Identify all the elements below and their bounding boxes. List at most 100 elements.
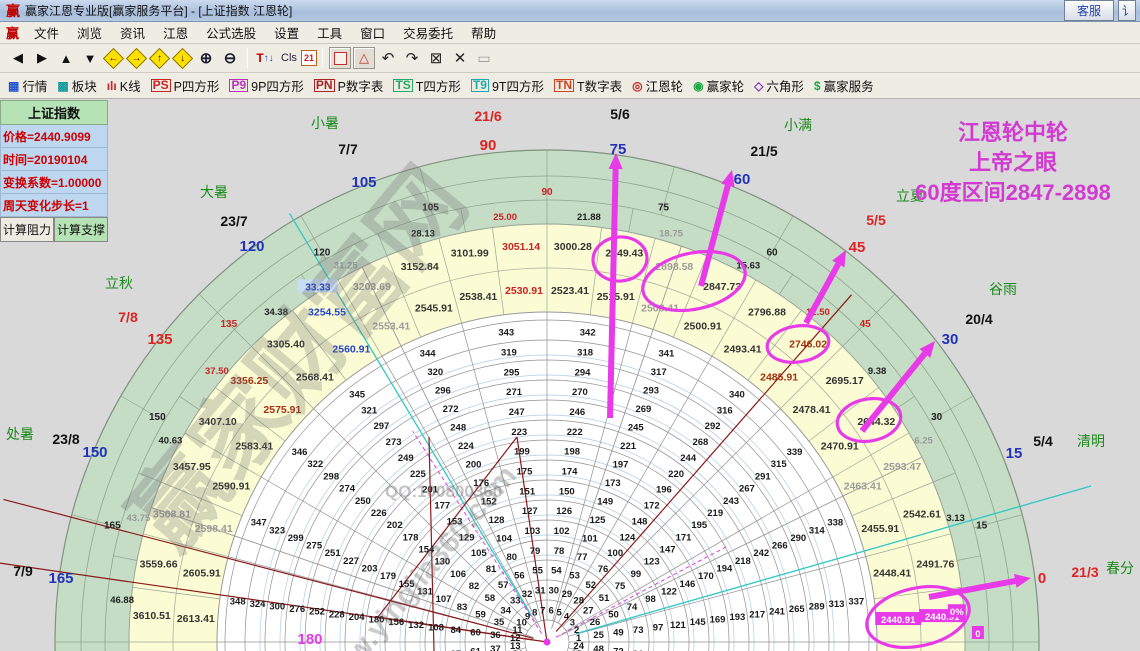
back-icon[interactable]: ◀ <box>7 47 29 69</box>
tool-P四方形[interactable]: PS P四方形 <box>150 76 219 95</box>
svg-text:52: 52 <box>586 580 597 591</box>
svg-text:223: 223 <box>511 427 527 438</box>
tool-江恩轮[interactable]: ◎ 江恩轮 <box>632 76 683 95</box>
svg-text:203: 203 <box>362 564 378 575</box>
svg-text:29: 29 <box>562 589 573 600</box>
tool-9T四方形[interactable]: T9 9T四方形 <box>470 76 544 95</box>
svg-text:291: 291 <box>755 471 772 482</box>
pan-up-icon[interactable]: ↑ <box>148 47 171 69</box>
app-window: 赢 赢家江恩专业版[赢家服务平台] - [上证指数 江恩轮] 客服 讠 赢 文件… <box>0 0 1140 651</box>
svg-text:251: 251 <box>325 548 342 559</box>
svg-text:219: 219 <box>707 508 723 519</box>
svg-text:33: 33 <box>510 596 521 607</box>
svg-text:2493.41: 2493.41 <box>724 343 762 355</box>
toolbar-separator <box>247 48 248 68</box>
svg-text:165: 165 <box>104 521 121 532</box>
user-annotation-text: 江恩轮中轮 上帝之眼 60度区间2847-2898 <box>888 118 1138 208</box>
cls-button[interactable]: Cls <box>278 47 300 69</box>
svg-text:15: 15 <box>1006 445 1023 462</box>
calc-support-button[interactable]: 计算支撑 <box>54 217 108 242</box>
svg-text:0: 0 <box>1038 570 1046 587</box>
forward-icon[interactable]: ▶ <box>31 47 53 69</box>
svg-text:120: 120 <box>239 238 264 255</box>
menu-item-浏览[interactable]: 浏览 <box>68 25 111 43</box>
svg-text:104: 104 <box>496 534 513 545</box>
svg-text:6: 6 <box>549 605 554 616</box>
svg-text:30: 30 <box>931 412 943 423</box>
svg-text:248: 248 <box>450 423 466 434</box>
up-triangle-icon[interactable]: ▲ <box>55 47 77 69</box>
menu-item-设置[interactable]: 设置 <box>265 25 308 43</box>
center-x-icon[interactable]: ✕ <box>449 47 471 69</box>
pan-down-icon[interactable]: ↓ <box>171 47 194 69</box>
svg-text:2695.17: 2695.17 <box>826 375 864 387</box>
customer-service-button[interactable]: 客服 <box>1063 0 1114 21</box>
tool-行情[interactable]: ▦ 行情 <box>8 76 47 95</box>
svg-text:60: 60 <box>766 247 778 258</box>
K线-icon: ılı <box>106 78 117 93</box>
svg-text:318: 318 <box>577 348 593 359</box>
menu-item-资讯[interactable]: 资讯 <box>111 25 154 43</box>
svg-text:170: 170 <box>698 571 714 582</box>
svg-text:25.00: 25.00 <box>493 212 517 223</box>
svg-text:26: 26 <box>590 617 601 628</box>
menu-item-窗口[interactable]: 窗口 <box>351 25 394 43</box>
tool-六角形[interactable]: ◇ 六角形 <box>754 76 804 95</box>
svg-text:319: 319 <box>501 348 517 359</box>
menu-item-江恩[interactable]: 江恩 <box>154 25 197 43</box>
draw-square-icon[interactable] <box>329 47 351 69</box>
svg-text:76: 76 <box>598 564 609 575</box>
pan-left-icon[interactable]: ← <box>102 47 125 69</box>
svg-text:342: 342 <box>580 328 596 339</box>
tool-label: 9P四方形 <box>251 80 304 94</box>
tool-赢家服务[interactable]: $ 赢家服务 <box>814 76 874 95</box>
draw-triangle-icon[interactable]: △ <box>353 47 375 69</box>
menu-bar: 赢 文件 浏览 资讯 江恩 公式选股 设置 工具 窗口 交易委托 帮助 <box>0 22 1140 44</box>
sort-icon[interactable]: T ↑↓ <box>254 47 276 69</box>
calc-resistance-button[interactable]: 计算阻力 <box>0 217 54 242</box>
svg-text:127: 127 <box>522 506 538 517</box>
svg-text:195: 195 <box>691 520 708 531</box>
svg-text:28: 28 <box>573 596 584 607</box>
partial-edge-button[interactable]: 讠 <box>1118 0 1136 21</box>
svg-text:298: 298 <box>323 471 339 482</box>
menu-logo-icon: 赢 <box>6 26 20 41</box>
svg-text:321: 321 <box>361 405 378 416</box>
rotate-cw-icon[interactable]: ↷ <box>401 47 423 69</box>
svg-text:23/7: 23/7 <box>220 213 247 229</box>
down-triangle-icon[interactable]: ▼ <box>79 47 101 69</box>
svg-text:2478.41: 2478.41 <box>793 404 831 416</box>
zoom-out-icon[interactable]: ⊖ <box>219 47 241 69</box>
toolbar-separator <box>322 48 323 68</box>
tool-T数字表[interactable]: TN T数字表 <box>554 76 622 95</box>
svg-text:323: 323 <box>269 525 285 536</box>
svg-text:341: 341 <box>658 349 675 360</box>
tool-板块[interactable]: ▩ 板块 <box>57 76 96 95</box>
tool-T四方形[interactable]: TS T四方形 <box>393 76 461 95</box>
menu-item-文件[interactable]: 文件 <box>25 25 68 43</box>
svg-text:200: 200 <box>466 460 482 471</box>
calendar-icon[interactable]: 21 <box>301 50 317 66</box>
tool-赢家轮[interactable]: ◉ 赢家轮 <box>693 76 744 95</box>
rotate-ccw-icon[interactable]: ↶ <box>377 47 399 69</box>
svg-text:3559.66: 3559.66 <box>140 559 178 571</box>
tool-9P四方形[interactable]: P9 9P四方形 <box>229 76 304 95</box>
zoom-in-icon[interactable]: ⊕ <box>195 47 217 69</box>
tool-label: T四方形 <box>415 80 461 94</box>
menu-item-公式选股[interactable]: 公式选股 <box>197 25 265 43</box>
svg-text:295: 295 <box>504 367 521 378</box>
svg-text:2440.91: 2440.91 <box>881 615 916 626</box>
svg-text:292: 292 <box>705 421 721 432</box>
box-x-icon[interactable]: ⊠ <box>425 47 447 69</box>
svg-text:清明: 清明 <box>1077 433 1105 449</box>
pan-right-icon[interactable]: → <box>125 47 148 69</box>
menu-item-交易委托[interactable]: 交易委托 <box>394 25 462 43</box>
svg-text:196: 196 <box>656 485 672 496</box>
tool-K线[interactable]: ılı K线 <box>107 76 141 95</box>
svg-text:252: 252 <box>309 607 325 618</box>
menu-item-帮助[interactable]: 帮助 <box>462 25 505 43</box>
P数字表-icon: PN <box>313 78 335 92</box>
menu-item-工具[interactable]: 工具 <box>308 25 351 43</box>
svg-text:289: 289 <box>809 602 825 613</box>
tool-P数字表[interactable]: PN P数字表 <box>313 76 383 95</box>
